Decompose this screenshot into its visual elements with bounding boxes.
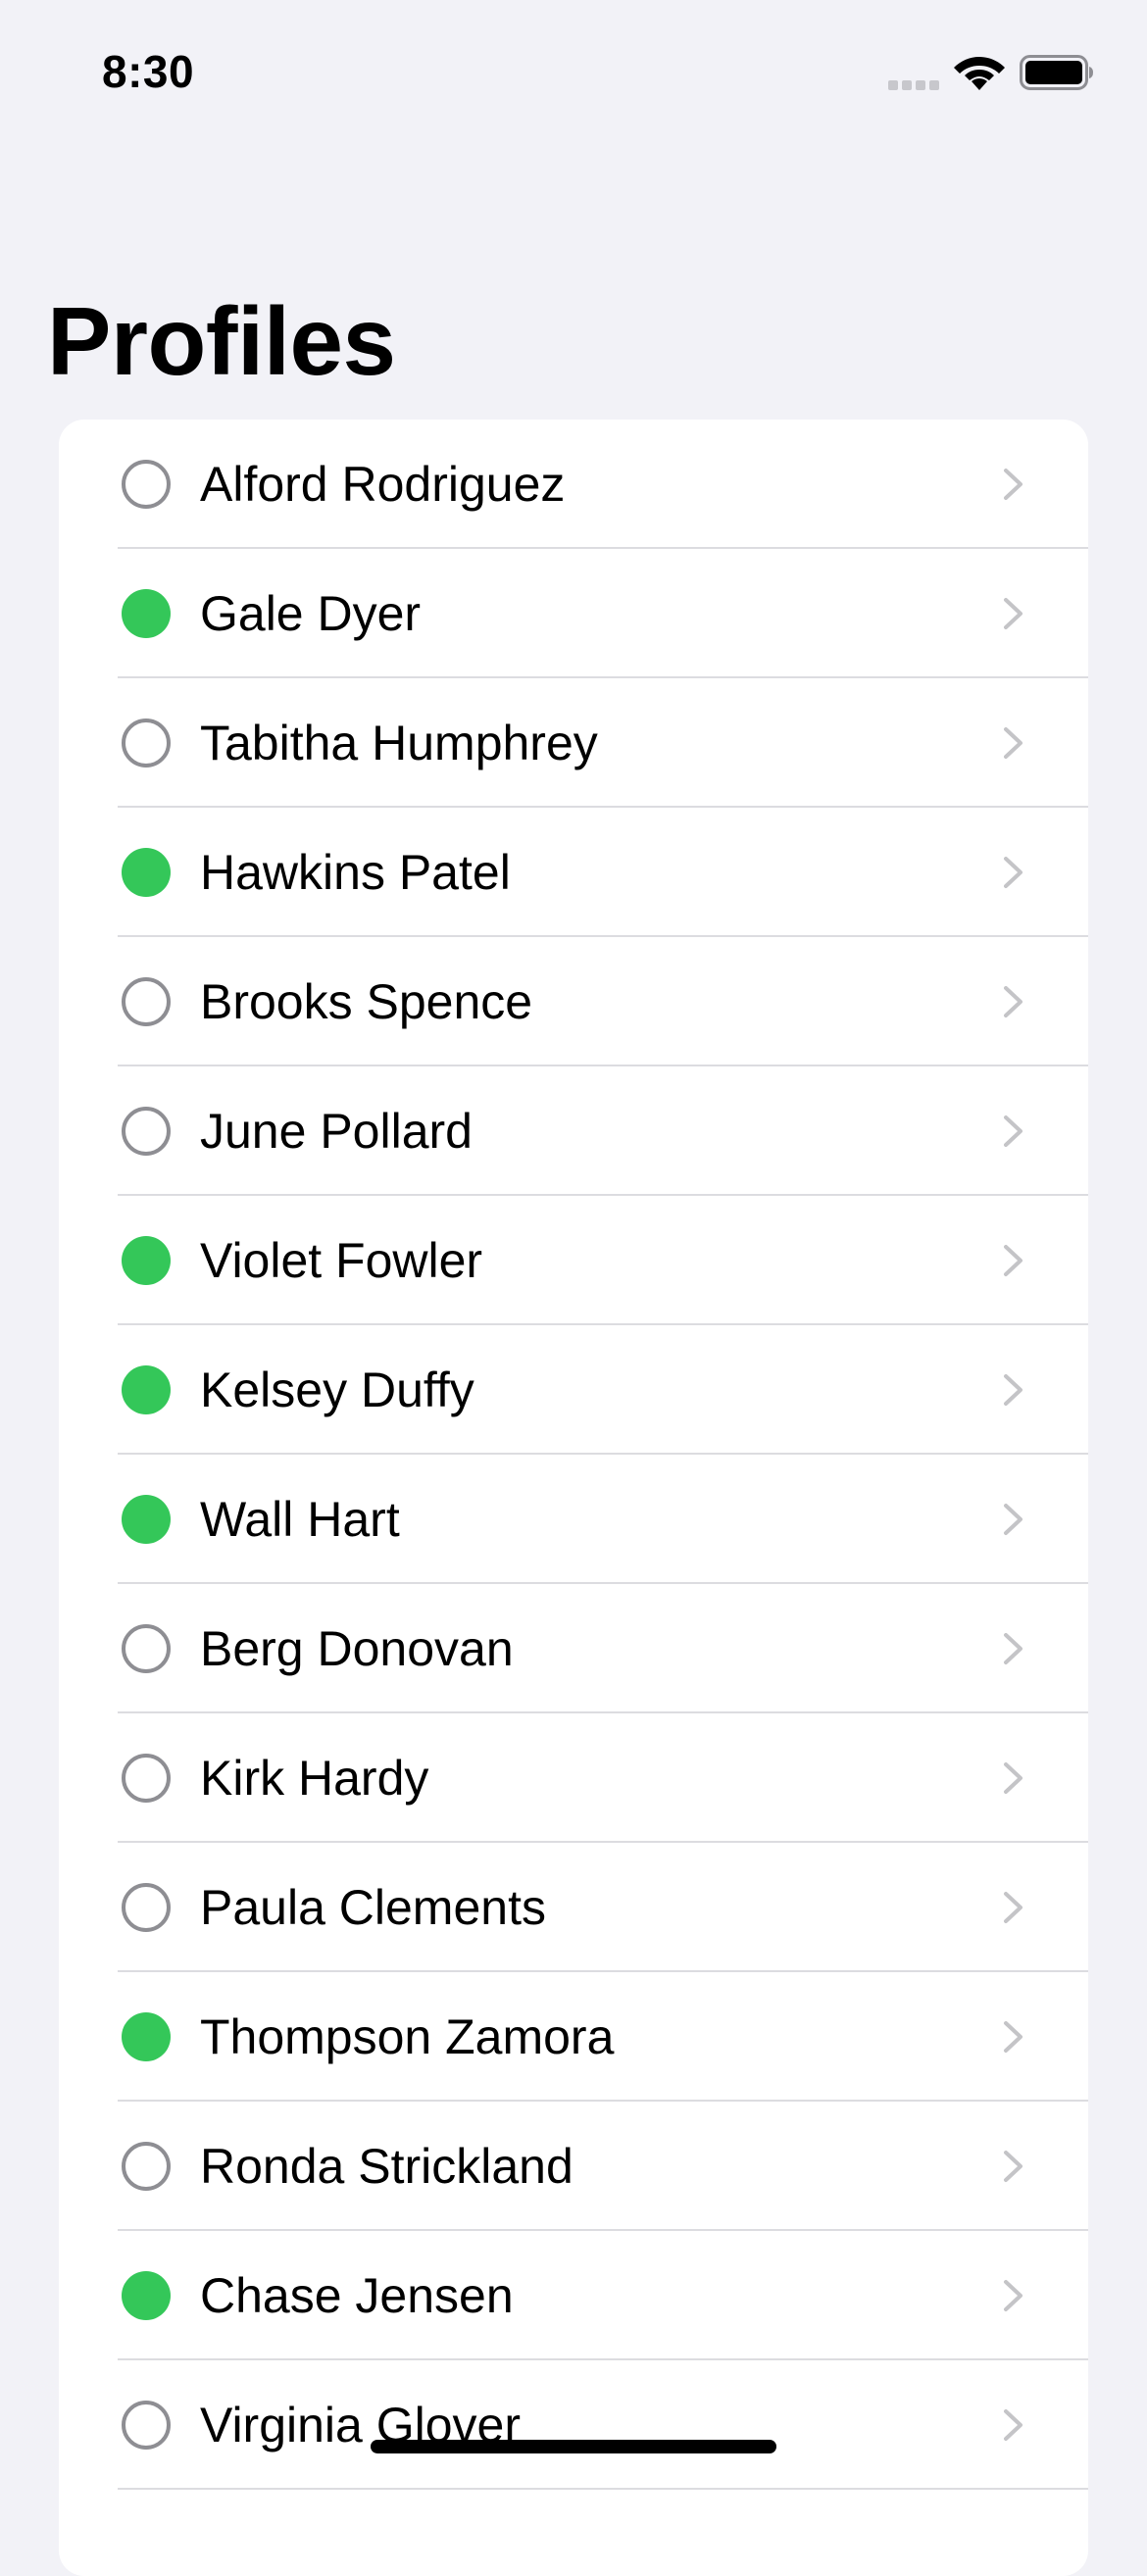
chevron-right-icon	[1004, 1633, 1022, 1664]
chevron-right-icon	[1004, 2021, 1022, 2053]
profile-name: Virginia Glover	[200, 2398, 522, 2452]
offline-status-icon	[122, 718, 171, 768]
offline-status-icon	[122, 2142, 171, 2191]
profile-row[interactable]: Virginia Glover	[59, 2360, 1088, 2490]
offline-status-icon	[122, 1624, 171, 1673]
profile-row[interactable]: Ronda Strickland	[59, 2102, 1088, 2231]
offline-status-icon	[122, 1883, 171, 1932]
profile-name: Violet Fowler	[200, 1233, 483, 1288]
online-status-icon	[122, 1495, 171, 1544]
profile-name: Tabitha Humphrey	[200, 716, 598, 770]
profile-row[interactable]: Paula Clements	[59, 1843, 1088, 1972]
profile-list: Alford Rodriguez Gale Dyer Tabitha Humphre…	[59, 420, 1088, 2576]
profile-row[interactable]: Brooks Spence	[59, 937, 1088, 1066]
chevron-right-icon	[1004, 857, 1022, 888]
chevron-right-icon	[1004, 598, 1022, 629]
profile-row[interactable]: Alford Rodriguez	[59, 420, 1088, 549]
chevron-right-icon	[1004, 1374, 1022, 1406]
chevron-right-icon	[1004, 986, 1022, 1017]
status-time: 8:30	[102, 46, 195, 97]
battery-icon	[1020, 55, 1093, 90]
profile-name: June Pollard	[200, 1104, 473, 1159]
profile-row[interactable]: Gale Dyer	[59, 549, 1088, 678]
profile-name: Wall Hart	[200, 1492, 400, 1547]
chevron-right-icon	[1004, 2151, 1022, 2182]
profile-name: Ronda Strickland	[200, 2139, 574, 2194]
chevron-right-icon	[1004, 1115, 1022, 1147]
profile-name: Chase Jensen	[200, 2268, 514, 2323]
online-status-icon	[122, 589, 171, 638]
profile-name: Kirk Hardy	[200, 1751, 429, 1806]
online-status-icon	[122, 1236, 171, 1285]
chevron-right-icon	[1004, 2280, 1022, 2311]
online-status-icon	[122, 848, 171, 897]
profile-row[interactable]: June Pollard	[59, 1066, 1088, 1196]
wifi-icon	[954, 57, 1005, 90]
online-status-icon	[122, 2271, 171, 2320]
cellular-signal-icon	[888, 80, 939, 92]
page-title: Profiles	[47, 287, 396, 395]
profile-name: Kelsey Duffy	[200, 1362, 474, 1417]
chevron-right-icon	[1004, 727, 1022, 759]
profile-name: Brooks Spence	[200, 974, 533, 1029]
chevron-right-icon	[1004, 469, 1022, 500]
profile-row[interactable]: Thompson Zamora	[59, 1972, 1088, 2102]
profile-name: Berg Donovan	[200, 1621, 514, 1676]
profile-name: Gale Dyer	[200, 586, 422, 641]
chevron-right-icon	[1004, 1504, 1022, 1535]
profile-row[interactable]: Violet Fowler	[59, 1196, 1088, 1325]
chevron-right-icon	[1004, 1892, 1022, 1923]
profile-row[interactable]: Tabitha Humphrey	[59, 678, 1088, 808]
profile-name: Hawkins Patel	[200, 845, 511, 900]
profile-row[interactable]: Chase Jensen	[59, 2231, 1088, 2360]
row-divider	[118, 2488, 1088, 2490]
profile-row[interactable]: Berg Donovan	[59, 1584, 1088, 1713]
profile-name: Thompson Zamora	[200, 2009, 615, 2064]
chevron-right-icon	[1004, 1245, 1022, 1276]
profile-row[interactable]: Wall Hart	[59, 1455, 1088, 1584]
profile-row[interactable]: Hawkins Patel	[59, 808, 1088, 937]
online-status-icon	[122, 1365, 171, 1414]
profile-name: Paula Clements	[200, 1880, 546, 1935]
profile-row[interactable]: Kelsey Duffy	[59, 1325, 1088, 1455]
home-indicator[interactable]	[371, 2440, 776, 2453]
chevron-right-icon	[1004, 1762, 1022, 1794]
profile-row[interactable]: Kirk Hardy	[59, 1713, 1088, 1843]
chevron-right-icon	[1004, 2409, 1022, 2441]
profile-name: Alford Rodriguez	[200, 457, 566, 512]
online-status-icon	[122, 2012, 171, 2061]
offline-status-icon	[122, 1754, 171, 1803]
offline-status-icon	[122, 460, 171, 509]
offline-status-icon	[122, 977, 171, 1026]
status-bar: 8:30	[0, 0, 1147, 147]
offline-status-icon	[122, 1107, 171, 1156]
offline-status-icon	[122, 2401, 171, 2450]
